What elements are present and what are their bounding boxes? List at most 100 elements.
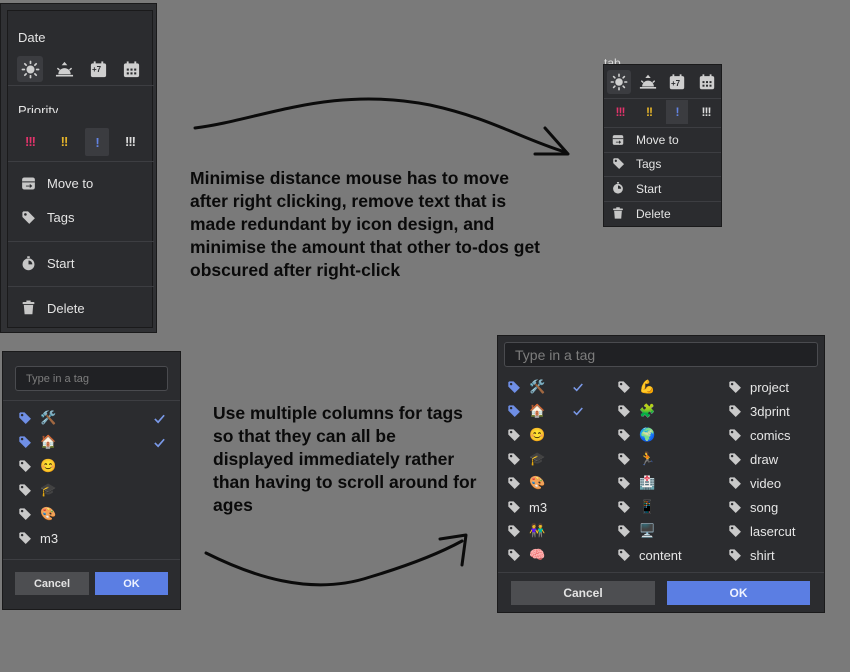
- tag-row[interactable]: draw: [728, 448, 823, 470]
- tag-row[interactable]: 🧠: [507, 544, 607, 566]
- separator: [8, 286, 154, 287]
- tag-row[interactable]: m3: [18, 527, 168, 549]
- tag-row[interactable]: 🛠️: [507, 376, 607, 398]
- arrow-head: [533, 126, 570, 156]
- tag-name: 😊: [40, 458, 57, 473]
- tag-row[interactable]: 👫: [507, 520, 607, 542]
- tag-search-input[interactable]: Type in a tag: [504, 342, 818, 367]
- tag-icon: [18, 435, 32, 449]
- separator: [8, 85, 154, 86]
- priority-none-button[interactable]: !!!: [693, 101, 719, 123]
- tag-row[interactable]: 3dprint: [728, 400, 823, 422]
- date-next-week-button[interactable]: +7: [85, 56, 111, 82]
- tag-row[interactable]: 🎓: [18, 479, 168, 501]
- priority-high-button[interactable]: !!!: [607, 101, 633, 123]
- tag-icon: [728, 380, 742, 394]
- priority-low-button[interactable]: !: [666, 100, 688, 124]
- move-to-label: Move to: [636, 133, 679, 147]
- cancel-button[interactable]: Cancel: [511, 581, 655, 605]
- tag-row[interactable]: project: [728, 376, 823, 398]
- tag-name: 🧩: [639, 403, 656, 418]
- tag-icon: [18, 507, 32, 521]
- tag-row[interactable]: comics: [728, 424, 823, 446]
- date-today-button[interactable]: [607, 70, 631, 94]
- move-to-item[interactable]: Move to: [604, 129, 721, 151]
- tag-row[interactable]: 🛠️: [18, 407, 168, 429]
- date-next-week-button[interactable]: +7: [665, 70, 689, 94]
- tag-row[interactable]: m3: [507, 496, 607, 518]
- calendar-icon: [122, 60, 141, 79]
- date-evening-button[interactable]: [51, 56, 77, 82]
- date-today-button[interactable]: [17, 56, 43, 82]
- tag-row[interactable]: lasercut: [728, 520, 823, 542]
- tag-name: 🛠️: [529, 379, 546, 394]
- tag-icon: [617, 548, 631, 562]
- tag-picker-single-column: Type in a tag 🛠️ 🏠 😊 🎓 🎨 m3 Cancel OK: [2, 351, 181, 610]
- tag-name: draw: [750, 451, 779, 467]
- tag-name: 📱: [639, 499, 656, 514]
- tag-row[interactable]: 🖥️: [617, 520, 717, 542]
- tag-name: 🧠: [529, 547, 546, 562]
- ok-button[interactable]: OK: [667, 581, 810, 605]
- tag-icon: [728, 476, 742, 490]
- start-item[interactable]: Start: [8, 251, 154, 277]
- tag-row[interactable]: shirt: [728, 544, 823, 566]
- priority-none-button[interactable]: !!!: [116, 128, 144, 154]
- tag-row[interactable]: 🎓: [507, 448, 607, 470]
- tag-icon: [728, 548, 742, 562]
- note-bottom: Use multiple columns for tags so that th…: [213, 403, 477, 515]
- tag-icon: [507, 404, 521, 418]
- delete-item[interactable]: Delete: [8, 295, 154, 321]
- tag-icon: [617, 380, 631, 394]
- tag-name: 🎨: [529, 475, 546, 490]
- tag-icon: [507, 380, 521, 394]
- move-to-item[interactable]: Move to: [8, 171, 154, 197]
- separator: [8, 241, 154, 242]
- tag-icon: [728, 524, 742, 538]
- tag-icon: [21, 210, 36, 225]
- start-item[interactable]: Start: [604, 177, 721, 199]
- tag-row[interactable]: 📱: [617, 496, 717, 518]
- tag-row[interactable]: 😊: [18, 455, 168, 477]
- priority-medium-button[interactable]: !!: [636, 101, 662, 123]
- delete-label: Delete: [636, 207, 671, 221]
- tag-icon: [18, 531, 32, 545]
- delete-item[interactable]: Delete: [604, 202, 721, 224]
- tag-row[interactable]: 🎨: [507, 472, 607, 494]
- tag-row[interactable]: 🎨: [18, 503, 168, 525]
- separator: [8, 161, 154, 162]
- tag-icon: [617, 404, 631, 418]
- tag-row[interactable]: 🌍: [617, 424, 717, 446]
- cancel-button[interactable]: Cancel: [15, 572, 89, 595]
- tags-item[interactable]: Tags: [8, 205, 154, 231]
- date-pick-button[interactable]: [695, 70, 719, 94]
- check-icon: [153, 436, 166, 449]
- tag-row[interactable]: 🏥: [617, 472, 717, 494]
- delete-label: Delete: [47, 301, 85, 316]
- check-icon: [153, 412, 166, 425]
- tag-row[interactable]: 💪: [617, 376, 717, 398]
- start-label: Start: [47, 256, 75, 271]
- tag-row[interactable]: 😊: [507, 424, 607, 446]
- tag-row[interactable]: 🏠: [507, 400, 607, 422]
- priority-high-button[interactable]: !!!: [16, 128, 44, 154]
- tag-row[interactable]: content: [617, 544, 717, 566]
- ok-button[interactable]: OK: [95, 572, 168, 595]
- arrow-stroke: [193, 97, 567, 154]
- tag-row[interactable]: 🏠: [18, 431, 168, 453]
- priority-low-button[interactable]: !: [85, 128, 109, 156]
- tag-row[interactable]: 🧩: [617, 400, 717, 422]
- tag-name: song: [750, 499, 779, 515]
- priority-medium-button[interactable]: !!: [50, 128, 78, 154]
- tag-row[interactable]: video: [728, 472, 823, 494]
- tag-row[interactable]: 🏃: [617, 448, 717, 470]
- tags-item[interactable]: Tags: [604, 153, 721, 175]
- tag-picker-multi-column: Type in a tag 🛠️ 🏠 😊 🎓 🎨 m3 👫 🧠 💪 🧩 🌍 🏃 …: [497, 335, 825, 613]
- date-pick-button[interactable]: [118, 56, 144, 82]
- tag-row[interactable]: song: [728, 496, 823, 518]
- tag-icon: [507, 548, 521, 562]
- tag-icon: [612, 157, 625, 170]
- tag-name: m3: [529, 499, 548, 515]
- tag-search-input[interactable]: Type in a tag: [15, 366, 168, 391]
- date-evening-button[interactable]: [636, 70, 660, 94]
